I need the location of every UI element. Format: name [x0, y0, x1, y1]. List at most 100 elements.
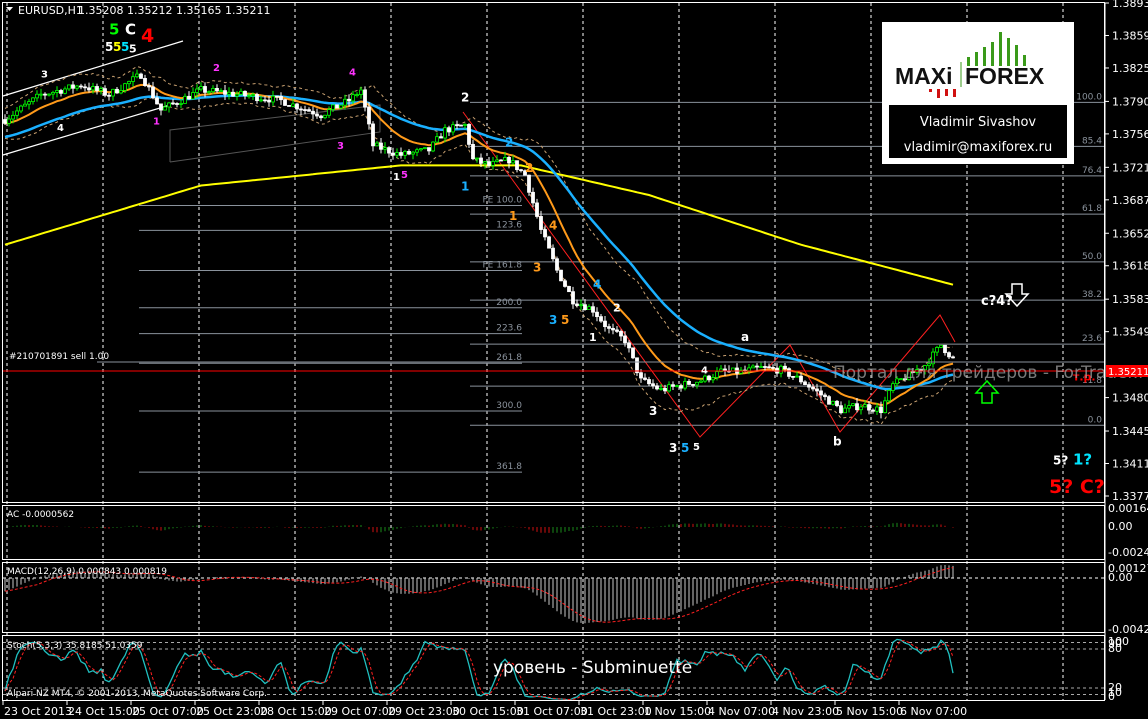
wave-label: 4	[549, 218, 557, 232]
bear-candle	[643, 377, 647, 380]
fib-retracement-label: 76.4	[1082, 166, 1102, 176]
bear-candle	[231, 91, 235, 97]
price-tick-label: 1.34450	[1112, 425, 1148, 438]
bull-candle	[587, 306, 591, 311]
bull-candle	[119, 90, 123, 94]
bull-candle	[191, 92, 195, 100]
bear-candle	[519, 169, 523, 172]
ac-title: AC -0.0000562	[7, 510, 74, 520]
bull-candle	[291, 103, 295, 107]
time-tick-label: 29 Oct 23:00	[388, 705, 460, 718]
bull-candle	[495, 159, 499, 162]
bear-candle	[367, 106, 371, 125]
bear-candle	[379, 142, 383, 150]
bull-candle	[15, 110, 19, 116]
bear-candle	[567, 286, 571, 293]
bull-candle	[851, 403, 855, 407]
wave-label: a	[741, 330, 749, 344]
bear-candle	[311, 110, 315, 115]
bear-candle	[799, 375, 803, 383]
bear-candle	[619, 331, 623, 337]
bear-candle	[243, 90, 247, 97]
bull-candle	[659, 387, 663, 390]
bear-candle	[387, 147, 391, 154]
wave-label: 3	[337, 141, 344, 152]
bull-candle	[779, 365, 783, 374]
bear-candle	[303, 109, 307, 111]
bull-candle	[135, 73, 139, 78]
bull-candle	[7, 118, 11, 124]
bear-candle	[299, 108, 303, 111]
bull-candle	[91, 86, 95, 91]
bear-candle	[655, 385, 659, 390]
stoch-title: Stoch(5,3,3) 35.8185 51.0359	[7, 641, 143, 651]
bull-candle	[443, 127, 447, 139]
watermark-text: Портал для трейдеров - ForTrader.ru	[833, 363, 1148, 383]
bull-candle	[875, 406, 879, 412]
time-tick-label: 25 Oct 23:00	[196, 705, 268, 718]
wave-label: 5	[401, 170, 408, 181]
time-tick-label: 4 Nov 23:00	[772, 705, 839, 718]
bull-candle	[699, 380, 703, 383]
wave-label: 3	[649, 404, 657, 418]
time-tick-label: 23 Oct 2013	[4, 705, 72, 718]
wave-label: 5? C?	[1049, 476, 1105, 498]
bull-candle	[831, 400, 835, 405]
bear-candle	[815, 388, 819, 392]
wave-label: 1?	[1073, 450, 1092, 468]
price-tick-label: 1.37210	[1112, 161, 1148, 174]
bear-candle	[755, 365, 759, 368]
bull-candle	[711, 377, 715, 381]
logo-brand-left: MAXi	[895, 63, 953, 89]
bull-candle	[259, 99, 263, 102]
bull-candle	[935, 347, 939, 353]
wave-label: 2	[525, 161, 533, 175]
bull-candle	[127, 81, 131, 85]
bull-candle	[195, 88, 199, 93]
bear-candle	[223, 90, 227, 95]
time-tick-label: 5 Nov 15:00	[836, 705, 903, 718]
bull-candle	[423, 147, 427, 150]
logo-email: vladimir@maxiforex.ru	[904, 140, 1052, 155]
macd-title: MACD(12,26,9) 0.000843 0.000819	[7, 567, 167, 577]
bull-candle	[579, 304, 583, 307]
bull-candle	[339, 104, 343, 109]
bear-candle	[559, 269, 563, 282]
fib-retracement-label: 50.0	[1082, 252, 1102, 262]
bear-candle	[439, 136, 443, 139]
bull-candle	[859, 406, 863, 411]
wave-label: 1	[393, 172, 400, 183]
bear-candle	[879, 406, 883, 414]
bull-candle	[163, 106, 167, 111]
bull-candle	[747, 367, 751, 372]
bear-candle	[603, 320, 607, 328]
bear-candle	[335, 104, 339, 109]
bear-candle	[635, 357, 639, 374]
time-tick-label: 30 Oct 15:00	[452, 705, 524, 718]
bear-candle	[447, 127, 451, 133]
bear-candle	[43, 93, 47, 96]
bull-candle	[483, 161, 487, 164]
trading-chart[interactable]: 100.085.476.461.850.038.223.611.80.0FE 1…	[0, 0, 1148, 719]
bull-candle	[491, 161, 495, 166]
wave-label: 3	[41, 70, 48, 81]
bear-candle	[315, 113, 319, 117]
bull-candle	[463, 124, 467, 126]
bull-candle	[183, 95, 187, 104]
price-tick-label: 1.38930	[1112, 0, 1148, 10]
bear-candle	[647, 379, 651, 385]
bear-candle	[571, 291, 575, 305]
bull-candle	[235, 93, 239, 97]
footer-copyright: Alpari NZ MT4, © 2001-2013, MetaQuotes S…	[7, 689, 267, 699]
bear-candle	[203, 86, 207, 93]
bull-candle	[891, 383, 895, 391]
bear-candle	[543, 229, 547, 238]
wave-label: 2	[505, 135, 513, 149]
bear-candle	[95, 86, 99, 91]
bull-candle	[227, 91, 231, 95]
bear-candle	[563, 280, 567, 287]
bull-candle	[35, 93, 39, 99]
bear-candle	[83, 86, 87, 89]
bull-candle	[39, 93, 43, 96]
bear-candle	[611, 327, 615, 331]
